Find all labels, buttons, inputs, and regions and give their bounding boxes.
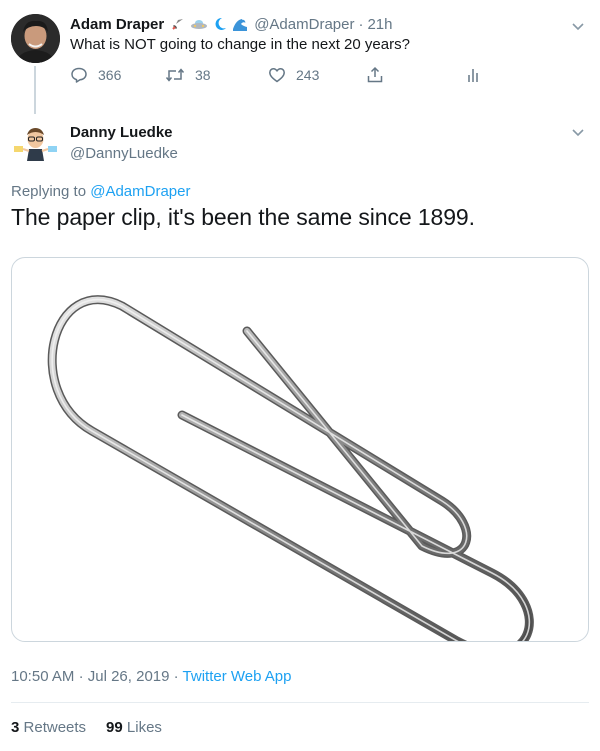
parent-more-chevron-icon[interactable] — [570, 18, 586, 34]
likes-stat[interactable]: 99 Likes — [106, 719, 162, 736]
reply-display-name[interactable]: Danny Luedke — [70, 124, 173, 141]
likes-label: Likes — [126, 719, 162, 736]
avatar-danny-luedke[interactable] — [11, 119, 60, 168]
tweet-media-image[interactable] — [11, 257, 589, 642]
meta-separator-1: · — [78, 668, 84, 685]
replying-to-handle-link[interactable]: @AdamDraper — [90, 183, 190, 200]
rocket-icon — [172, 19, 184, 30]
retweets-label: Retweets — [23, 719, 87, 736]
parent-tweet-text: What is NOT going to change in the next … — [70, 36, 410, 53]
retweets-stat[interactable]: 3 Retweets — [11, 719, 86, 736]
tweet-stats: 3 Retweets 99 Likes — [11, 719, 182, 736]
heart-icon — [269, 68, 285, 83]
replying-to-line: Replying to @AdamDraper — [11, 183, 190, 200]
parent-handle[interactable]: @AdamDraper — [254, 16, 354, 33]
likes-count: 99 — [106, 719, 123, 736]
parent-action-bar: 366 38 243 — [70, 64, 500, 86]
retweet-button[interactable]: 38 — [165, 64, 211, 86]
reply-icon — [71, 67, 87, 83]
retweets-count: 3 — [11, 719, 20, 736]
retweet-count: 38 — [195, 67, 211, 83]
tweet-meta-line: 10:50 AM · Jul 26, 2019 · Twitter Web Ap… — [11, 668, 292, 685]
meta-separator-2: · — [173, 668, 179, 685]
like-button[interactable]: 243 — [268, 64, 319, 86]
share-button[interactable] — [366, 64, 384, 86]
parent-timestamp[interactable]: 21h — [367, 16, 392, 33]
moon-icon — [215, 17, 227, 30]
ufo-icon — [191, 20, 208, 29]
header-separator: · — [358, 15, 364, 33]
replying-to-label: Replying to — [11, 183, 87, 200]
wave-icon — [233, 18, 248, 31]
tweet-time[interactable]: 10:50 AM — [11, 668, 74, 685]
paper-clip-image — [47, 295, 534, 641]
reply-button[interactable]: 366 — [70, 64, 121, 86]
analytics-icon — [468, 69, 478, 82]
stats-divider — [11, 702, 589, 703]
like-count: 243 — [296, 67, 320, 83]
parent-tweet-header: Adam Draper @AdamDraper · 21h — [70, 13, 393, 35]
reply-count: 366 — [98, 67, 122, 83]
thread-connector-line — [34, 66, 36, 114]
parent-display-name[interactable]: Adam Draper — [70, 16, 164, 33]
name-emoji-group — [170, 16, 248, 32]
tweet-source-link[interactable]: Twitter Web App — [183, 668, 292, 685]
reply-tweet-text: The paper clip, it's been the same since… — [11, 204, 475, 230]
reply-more-chevron-icon[interactable] — [570, 124, 586, 140]
analytics-button[interactable] — [465, 64, 483, 86]
reply-handle[interactable]: @DannyLuedke — [70, 145, 178, 162]
tweet-date[interactable]: Jul 26, 2019 — [88, 668, 170, 685]
share-icon — [367, 66, 383, 83]
avatar-adam-draper[interactable] — [11, 14, 60, 63]
retweet-icon — [165, 68, 185, 82]
